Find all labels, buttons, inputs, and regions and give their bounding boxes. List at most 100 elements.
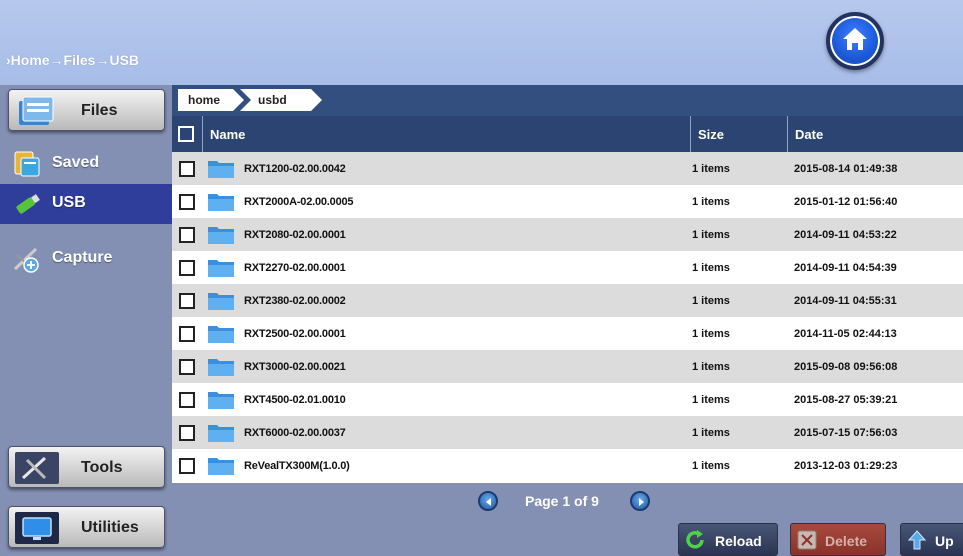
folder-icon — [208, 425, 234, 442]
sidebar-item-capture[interactable]: Capture — [0, 239, 172, 279]
utilities-button[interactable]: Utilities — [8, 506, 165, 548]
up-button-label: Up — [935, 533, 954, 549]
table-row[interactable]: RXT2000A-02.00.0005 1 items 2015-01-12 0… — [172, 185, 963, 218]
arrow-right-icon — [639, 498, 644, 506]
file-date: 2015-08-27 05:39:21 — [794, 394, 898, 406]
table-row[interactable]: RXT3000-02.00.0021 1 items 2015-09-08 09… — [172, 350, 963, 383]
tools-button[interactable]: Tools — [8, 446, 165, 488]
file-date: 2014-09-11 04:53:22 — [794, 229, 897, 241]
file-name: RXT3000-02.00.0021 — [244, 361, 346, 373]
row-checkbox[interactable] — [179, 260, 195, 276]
arrow-left-icon — [486, 498, 491, 506]
file-date: 2014-09-11 04:54:39 — [794, 262, 897, 274]
file-name: ReVealTX300M(1.0.0) — [244, 460, 350, 472]
file-name: RXT2500-02.00.0001 — [244, 328, 346, 340]
folder-icon — [208, 392, 234, 409]
column-header-name[interactable]: Name — [202, 116, 690, 152]
tools-button-label: Tools — [81, 459, 123, 476]
folder-icon — [208, 458, 234, 475]
path-bar: home usbd — [172, 85, 963, 116]
next-page-button[interactable] — [630, 491, 650, 511]
home-icon — [843, 28, 867, 50]
file-size: 1 items — [692, 196, 730, 208]
file-size: 1 items — [692, 361, 730, 373]
table-row[interactable]: RXT1200-02.00.0042 1 items 2015-08-14 01… — [172, 152, 963, 185]
path-crumb-home[interactable]: home — [178, 89, 244, 111]
file-date: 2015-08-14 01:49:38 — [794, 163, 898, 175]
file-size: 1 items — [692, 427, 730, 439]
file-size: 1 items — [692, 328, 730, 340]
row-checkbox[interactable] — [179, 194, 195, 210]
file-size: 1 items — [692, 262, 730, 274]
tools-icon — [15, 452, 59, 484]
path-crumb-usbd[interactable]: usbd — [240, 89, 322, 111]
table-row[interactable]: ReVealTX300M(1.0.0) 1 items 2013-12-03 0… — [172, 449, 963, 483]
folder-icon — [208, 161, 234, 178]
home-button[interactable] — [826, 12, 884, 70]
file-size: 1 items — [692, 295, 730, 307]
utilities-icon — [15, 512, 59, 544]
row-checkbox[interactable] — [179, 359, 195, 375]
saved-icon — [14, 151, 40, 177]
sidebar-item-label: Saved — [52, 154, 100, 171]
table-row[interactable]: RXT4500-02.01.0010 1 items 2015-08-27 05… — [172, 383, 963, 416]
usb-icon — [16, 194, 40, 214]
file-name: RXT4500-02.01.0010 — [244, 394, 346, 406]
file-size: 1 items — [692, 163, 730, 175]
file-date: 2015-07-15 07:56:03 — [794, 427, 898, 439]
file-manager-screen: ›Home→Files→USB Files Saved USB Capture … — [0, 0, 963, 556]
page-indicator: Page 1 of 9 — [525, 493, 599, 509]
delete-button-label: Delete — [825, 533, 868, 549]
folder-icon — [208, 260, 234, 277]
table-row[interactable]: RXT2380-02.00.0002 1 items 2014-09-11 04… — [172, 284, 963, 317]
file-size: 1 items — [692, 460, 730, 472]
arrow-up-icon — [907, 530, 927, 550]
sidebar-item-label: Capture — [52, 249, 113, 266]
row-checkbox[interactable] — [179, 227, 195, 243]
sidebar: Files Saved USB Capture Tools Utilities — [0, 85, 172, 556]
reload-button-label: Reload — [715, 533, 762, 549]
sidebar-item-usb[interactable]: USB — [0, 184, 172, 224]
row-checkbox[interactable] — [179, 392, 195, 408]
previous-page-button[interactable] — [478, 491, 498, 511]
file-date: 2014-11-05 02:44:13 — [794, 328, 897, 340]
breadcrumb: ›Home→Files→USB — [6, 52, 140, 68]
delete-button[interactable]: Delete — [790, 523, 886, 556]
sidebar-item-label: USB — [52, 194, 86, 211]
table-row[interactable]: RXT2270-02.00.0001 1 items 2014-09-11 04… — [172, 251, 963, 284]
table-row[interactable]: RXT2080-02.00.0001 1 items 2014-09-11 04… — [172, 218, 963, 251]
file-date: 2015-09-08 09:56:08 — [794, 361, 898, 373]
footer-bar: Page 1 of 9 Reload Delete Up — [172, 483, 963, 556]
file-date: 2014-09-11 04:55:31 — [794, 295, 897, 307]
row-checkbox[interactable] — [179, 293, 195, 309]
header-bar: ›Home→Files→USB — [0, 0, 963, 85]
file-name: RXT1200-02.00.0042 — [244, 163, 346, 175]
file-size: 1 items — [692, 394, 730, 406]
up-button[interactable]: Up — [900, 523, 963, 556]
reload-icon — [686, 530, 704, 549]
file-date: 2013-12-03 01:29:23 — [794, 460, 898, 472]
row-checkbox[interactable] — [179, 458, 195, 474]
column-header-size[interactable]: Size — [690, 116, 787, 152]
select-all-checkbox[interactable] — [178, 126, 194, 142]
folder-icon — [208, 227, 234, 244]
file-name: RXT2270-02.00.0001 — [244, 262, 346, 274]
table-row[interactable]: RXT6000-02.00.0037 1 items 2015-07-15 07… — [172, 416, 963, 449]
file-name: RXT2080-02.00.0001 — [244, 229, 346, 241]
row-checkbox[interactable] — [179, 326, 195, 342]
delete-icon — [797, 530, 817, 550]
row-checkbox[interactable] — [179, 161, 195, 177]
files-icon — [19, 96, 54, 125]
files-button-label: Files — [81, 102, 118, 119]
pagination: Page 1 of 9 — [478, 489, 668, 513]
file-name: RXT2380-02.00.0002 — [244, 295, 346, 307]
files-button[interactable]: Files — [8, 89, 165, 131]
table-header: Name Size Date — [172, 116, 963, 152]
reload-button[interactable]: Reload — [678, 523, 778, 556]
table-row[interactable]: RXT2500-02.00.0001 1 items 2014-11-05 02… — [172, 317, 963, 350]
column-header-date[interactable]: Date — [787, 116, 963, 152]
sidebar-item-saved[interactable]: Saved — [0, 144, 172, 184]
folder-icon — [208, 293, 234, 310]
row-checkbox[interactable] — [179, 425, 195, 441]
file-name: RXT6000-02.00.0037 — [244, 427, 346, 439]
